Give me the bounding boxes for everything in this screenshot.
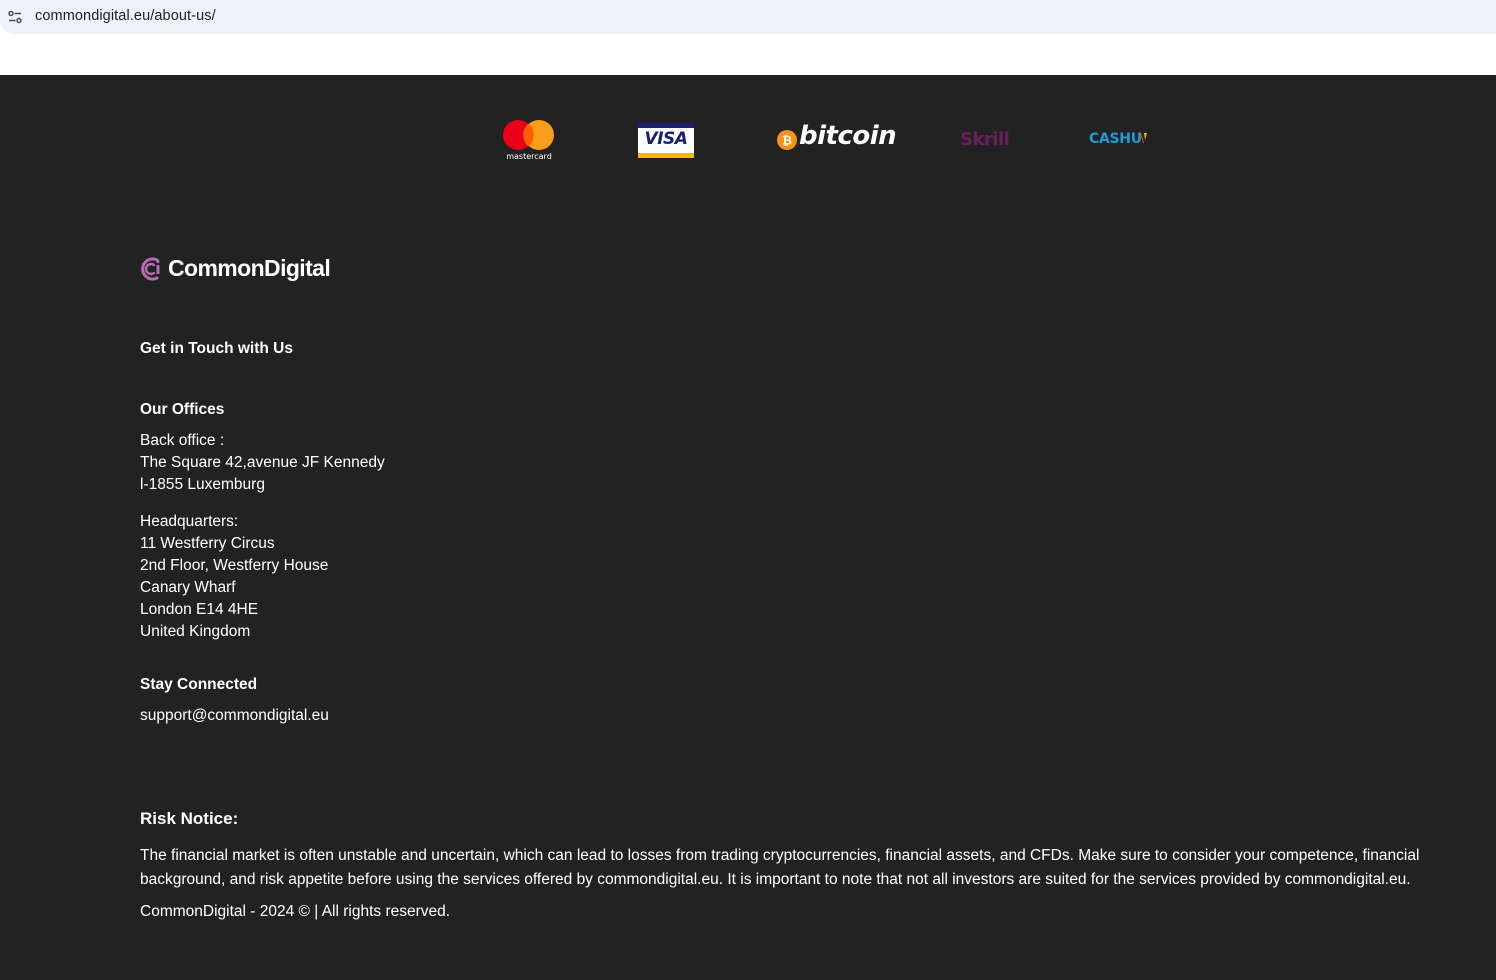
site-footer: mastercard VISA ₿ bitcoin Skrill CASHU C… xyxy=(0,75,1496,980)
svg-text:₿: ₿ xyxy=(782,134,792,148)
visa-label: VISA xyxy=(644,129,688,149)
headquarters-address-line: 11 Westferry Circus xyxy=(140,535,275,552)
bitcoin-label: bitcoin xyxy=(799,121,897,151)
stay-connected-heading: Stay Connected xyxy=(140,676,258,693)
back-office-label: Back office : xyxy=(140,432,225,449)
mastercard-label: mastercard xyxy=(506,152,552,161)
brand-name: CommonDigital xyxy=(168,255,331,281)
cashu-mark-icon xyxy=(1140,133,1147,143)
headquarters-address-line: United Kingdom xyxy=(140,623,251,640)
visa-logo: VISA xyxy=(638,123,694,158)
footer-brand[interactable]: CommonDigital xyxy=(140,255,331,282)
skrill-label: Skrill xyxy=(960,129,1010,150)
skrill-logo: Skrill xyxy=(960,129,1010,151)
cashu-label: CASHU xyxy=(1089,131,1142,147)
risk-notice-heading: Risk Notice: xyxy=(140,809,239,828)
back-office-address-line: The Square 42,avenue JF Kennedy xyxy=(140,454,385,471)
headquarters-label: Headquarters: xyxy=(140,513,239,530)
cashu-logo: CASHU xyxy=(1089,130,1151,150)
headquarters-address-line: 2nd Floor, Westferry House xyxy=(140,557,329,574)
get-in-touch-heading: Get in Touch with Us xyxy=(140,340,293,357)
bitcoin-icon: ₿ xyxy=(777,130,797,150)
site-info-icon[interactable] xyxy=(8,10,22,24)
copyright-text: CommonDigital - 2024 © | All rights rese… xyxy=(140,903,451,920)
mastercard-icon xyxy=(503,120,554,150)
mastercard-logo: mastercard xyxy=(502,119,556,163)
headquarters-address-line: London E14 4HE xyxy=(140,601,259,618)
risk-notice-text: The financial market is often unstable a… xyxy=(140,847,1420,888)
bitcoin-logo: ₿ bitcoin xyxy=(777,121,897,155)
browser-address-bar[interactable]: commondigital.eu/about-us/ xyxy=(0,0,1496,34)
offices-heading: Our Offices xyxy=(140,401,225,418)
headquarters-address-line: Canary Wharf xyxy=(140,579,236,596)
commondigital-logo-icon xyxy=(141,257,160,280)
support-email-link[interactable]: support@commondigital.eu xyxy=(140,707,329,725)
back-office-address-line: l-1855 Luxemburg xyxy=(140,476,265,493)
page-header-area xyxy=(0,34,1496,75)
url-text[interactable]: commondigital.eu/about-us/ xyxy=(35,8,216,24)
